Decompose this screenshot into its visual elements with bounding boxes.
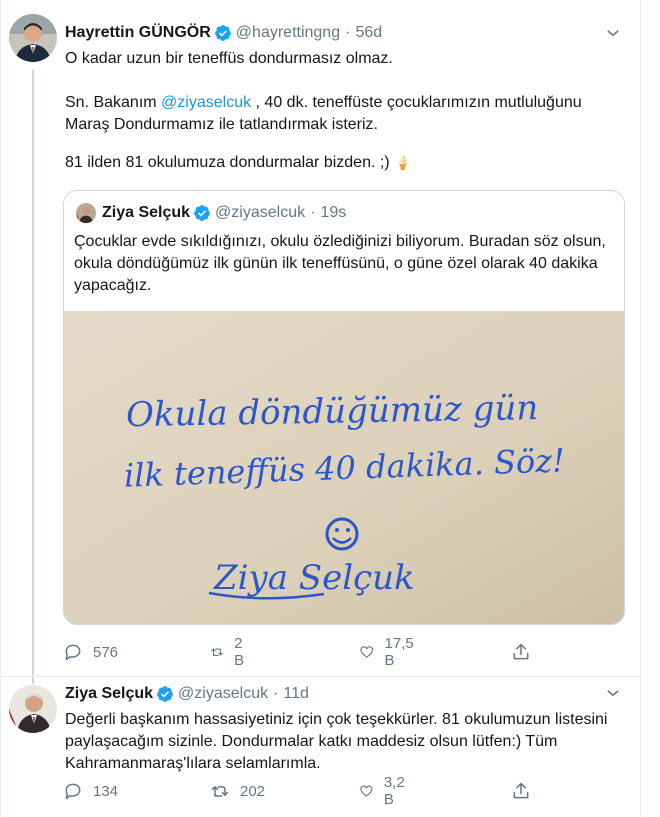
avatar[interactable] [9,685,57,733]
retweet-count: 2 B [234,635,245,669]
tweet-header: Hayrettin GÜNGÖR @hayrettingng · 56d [65,23,382,43]
frame-border-right [640,0,641,817]
reply-count: 576 [93,643,119,661]
reply-button[interactable]: 576 [63,642,118,662]
handwritten-note-image[interactable]: Okula döndüğümüz gün ilk teneffüs 40 dak… [64,311,625,625]
mention-link[interactable]: @ziyaselcuk [161,94,251,111]
signature: Ziya Selçuk [213,558,415,598]
like-button[interactable]: 3,2 B [359,774,410,808]
text-line3: 81 ilden 81 okulumuza dondurmalar bizden… [65,154,390,171]
verified-badge-icon [214,25,231,41]
verified-badge-icon [157,686,173,702]
retweet-icon [211,648,223,657]
quoted-tweet[interactable]: Ziya Selçuk @ziyaselcuk · 19s Çocuklar e… [63,190,625,625]
retweet-button[interactable]: 2 B [210,635,250,669]
verified-badge-icon [194,205,210,221]
share-button[interactable] [511,642,531,662]
like-count: 17,5 B [384,635,414,669]
timestamp[interactable]: 56d [355,24,382,42]
separator-dot: · [345,24,351,41]
share-button[interactable] [511,781,531,801]
reply-icon [65,644,81,661]
text-prefix: Sn. Bakanım [65,94,162,111]
chevron-down-icon[interactable] [604,684,622,702]
timestamp[interactable]: 11d [283,685,309,703]
separator-dot: · [273,685,279,702]
tweet-text: Değerli başkanım hassasiyetiniz için çok… [65,711,608,772]
author-name[interactable]: Ziya Selçuk [65,685,153,703]
author-handle[interactable]: @hayrettingng [236,24,340,42]
quoted-tweet-text: Çocuklar evde sıkıldığınızı, okulu özled… [74,233,606,294]
retweet-icon [211,786,229,797]
quoted-author-handle[interactable]: @ziyaselcuk [215,204,305,222]
ice-cream-emoji: 🍦 [394,154,412,170]
tweet-header: Ziya Selçuk @ziyaselcuk · 11d [65,684,309,704]
reply-button[interactable]: 134 [63,781,118,801]
note-line1: Okula döndüğümüz gün [126,388,539,435]
tweet-text-line1: O kadar uzun bir teneffüs dondurmasız ol… [65,50,393,67]
quoted-author-name[interactable]: Ziya Selçuk [102,204,190,222]
tweet-text-paragraph2: Sn. Bakanım @ziyaselcuk , 40 dk. teneffü… [65,92,625,136]
like-icon [360,785,373,797]
like-button[interactable]: 17,5 B [359,635,418,669]
chevron-down-icon[interactable] [604,24,622,42]
like-icon [360,646,374,658]
separator-dot: · [310,204,316,221]
tweet-text-line3: 81 ilden 81 okulumuza dondurmalar bizden… [65,151,625,174]
reply-icon [65,783,81,800]
tweet-1[interactable]: Hayrettin GÜNGÖR @hayrettingng · 56d O k… [1,0,640,684]
quoted-tweet-header: Ziya Selçuk @ziyaselcuk · 19s [102,204,346,222]
author-name[interactable]: Hayrettin GÜNGÖR [65,24,211,42]
tweet-2[interactable]: Ziya Selçuk @ziyaselcuk · 11d Değerli ba… [1,676,640,817]
reply-count: 134 [93,782,119,800]
share-icon [513,643,529,660]
author-handle[interactable]: @ziyaselcuk [178,685,268,703]
retweet-button[interactable]: 202 [210,781,265,801]
thread-connector-line [32,70,34,684]
like-count: 3,2 B [383,774,405,808]
quoted-avatar [76,203,96,223]
avatar[interactable] [9,14,57,62]
quoted-timestamp[interactable]: 19s [320,204,346,222]
share-icon [513,782,529,799]
retweet-count: 202 [240,782,266,800]
